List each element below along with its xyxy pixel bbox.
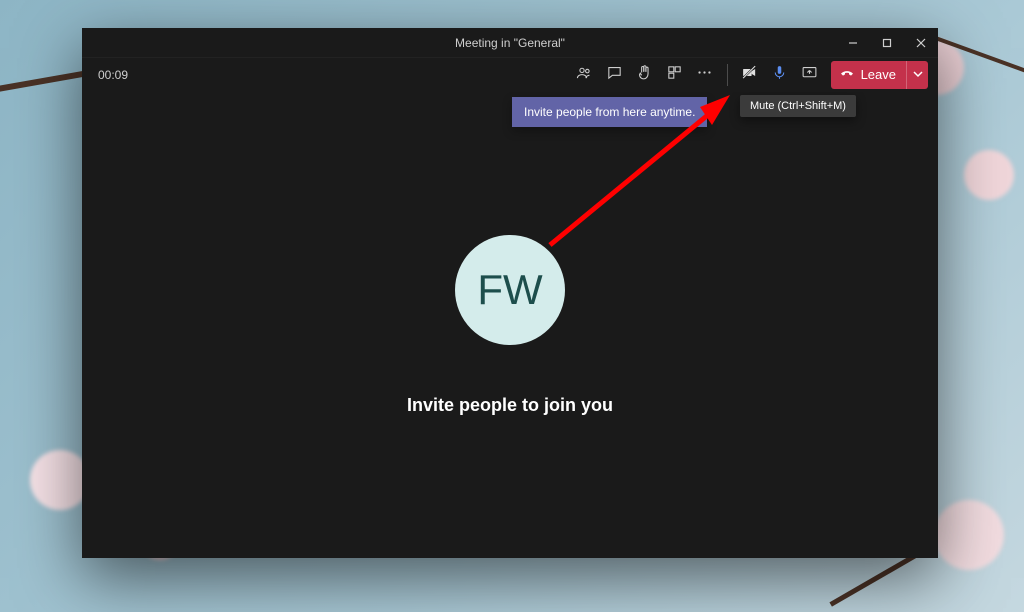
raise-hand-button[interactable] <box>631 61 659 89</box>
close-button[interactable] <box>904 28 938 58</box>
leave-button[interactable]: Leave <box>831 61 928 89</box>
meeting-toolbar: 00:09 <box>82 58 938 92</box>
titlebar: Meeting in "General" <box>82 28 938 58</box>
chat-button[interactable] <box>601 61 629 89</box>
window-controls <box>836 28 938 58</box>
camera-off-icon <box>741 64 758 86</box>
participants-button[interactable] <box>571 61 599 89</box>
breakout-rooms-button[interactable] <box>661 61 689 89</box>
microphone-icon <box>771 64 788 86</box>
avatar: FW <box>455 235 565 345</box>
toolbar-divider <box>727 64 728 86</box>
invite-tooltip: Invite people from here anytime. <box>512 97 707 127</box>
rooms-icon <box>666 64 683 86</box>
meeting-window: Meeting in "General" 00:09 <box>82 28 938 558</box>
chevron-down-icon <box>913 67 923 82</box>
invite-heading: Invite people to join you <box>407 395 613 416</box>
leave-label: Leave <box>861 67 896 82</box>
maximize-button[interactable] <box>870 28 904 58</box>
leave-dropdown[interactable] <box>906 61 928 89</box>
microphone-button[interactable] <box>766 61 794 89</box>
share-screen-icon <box>801 64 818 86</box>
meeting-stage: FW Invite people to join you <box>82 92 938 558</box>
share-button[interactable] <box>796 61 824 89</box>
more-actions-button[interactable] <box>691 61 719 89</box>
hangup-icon <box>839 65 855 84</box>
camera-button[interactable] <box>736 61 764 89</box>
hand-icon <box>636 64 653 86</box>
ellipsis-icon <box>696 64 713 86</box>
people-icon <box>576 64 593 86</box>
chat-icon <box>606 64 623 86</box>
avatar-initials: FW <box>477 266 542 314</box>
mute-tooltip: Mute (Ctrl+Shift+M) <box>740 95 856 117</box>
window-title: Meeting in "General" <box>455 36 565 50</box>
minimize-button[interactable] <box>836 28 870 58</box>
call-timer: 00:09 <box>92 68 128 82</box>
